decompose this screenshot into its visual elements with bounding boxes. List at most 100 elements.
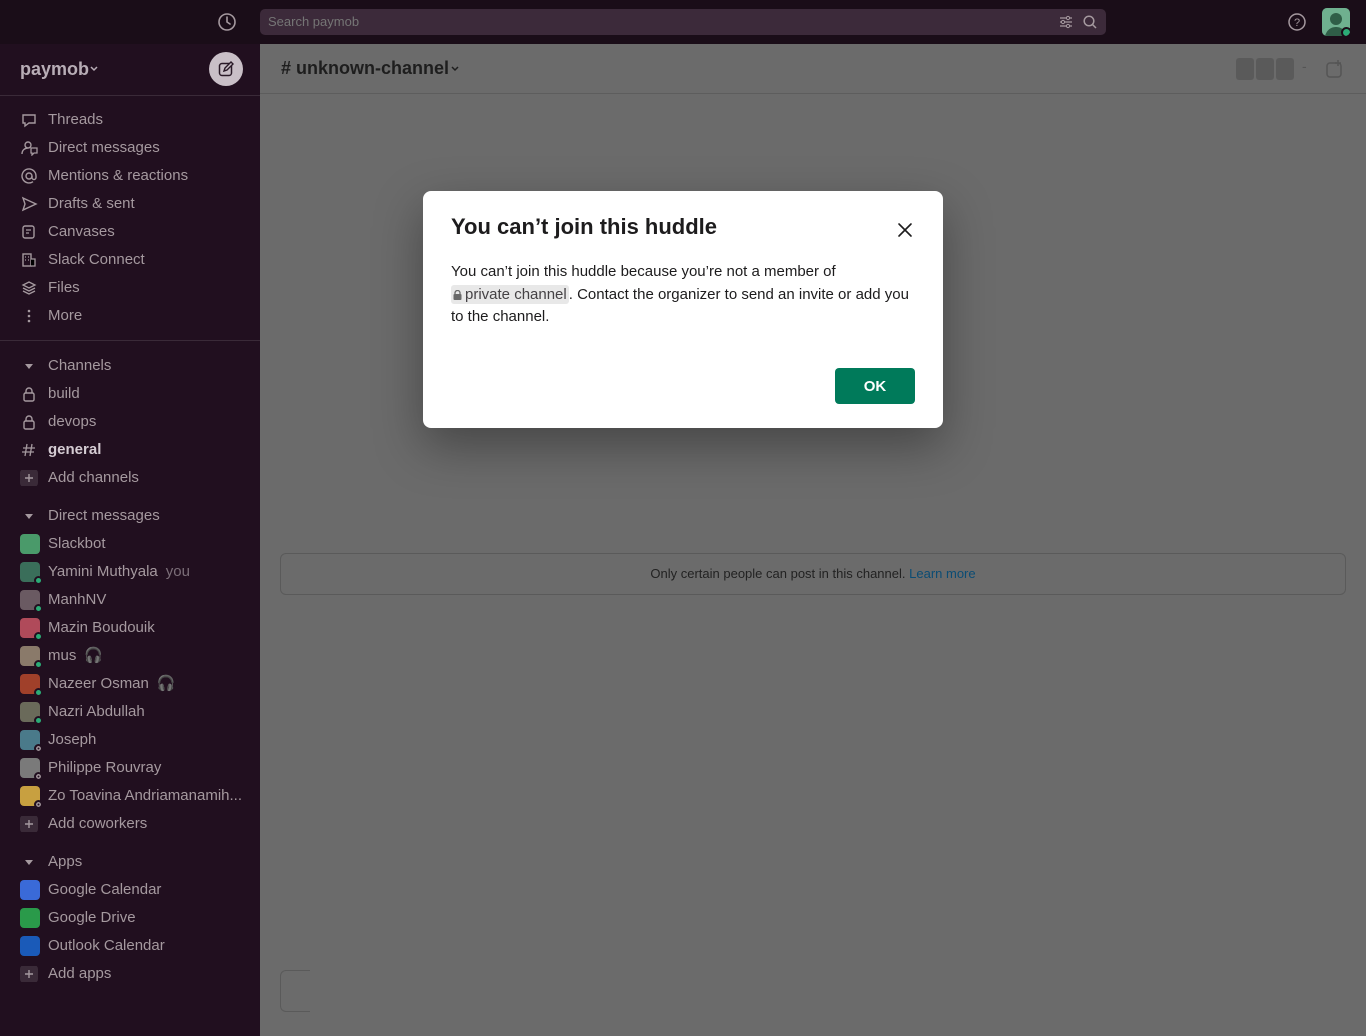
member-avatar bbox=[1256, 58, 1274, 80]
filter-icon[interactable] bbox=[1058, 14, 1074, 30]
threads-icon bbox=[22, 114, 36, 128]
canvas-icon[interactable] bbox=[1324, 58, 1346, 80]
sidebar-item-dm[interactable]: Yamini Muthyala you bbox=[20, 559, 250, 585]
workspace-name[interactable]: paymob bbox=[20, 59, 89, 80]
hash-icon bbox=[22, 443, 35, 457]
sidebar-item-dm[interactable]: ManhNV bbox=[20, 587, 250, 613]
sidebar-item-direct-messages[interactable]: Direct messages bbox=[20, 135, 250, 161]
dm-label: Joseph bbox=[48, 731, 97, 748]
channel-label: build bbox=[48, 385, 80, 402]
sidebar-item-dm[interactable]: Joseph bbox=[20, 727, 250, 753]
notice-text: Only certain people can post in this cha… bbox=[650, 566, 906, 581]
top-bar: ? bbox=[0, 0, 1366, 44]
private-channel-pill[interactable]: private channel bbox=[451, 284, 569, 304]
search-input[interactable] bbox=[268, 9, 1048, 35]
dialog-title: You can’t join this huddle bbox=[451, 214, 718, 239]
message-composer[interactable] bbox=[280, 970, 310, 1012]
plus-icon bbox=[20, 966, 38, 982]
sidebar-item-dm[interactable]: Philippe Rouvray bbox=[20, 755, 250, 781]
channel-header: # unknown-channel - bbox=[260, 44, 1366, 94]
sidebar-item-label: Mentions & reactions bbox=[48, 167, 189, 184]
chevron-down-icon[interactable] bbox=[89, 64, 99, 74]
close-icon[interactable] bbox=[893, 218, 917, 242]
sidebar-item-mentions[interactable]: Mentions & reactions bbox=[20, 163, 250, 189]
add-channels-button[interactable]: Add channels bbox=[20, 465, 250, 491]
sidebar-item-dm[interactable]: Nazeer Osman 🎧 bbox=[20, 671, 250, 697]
channel-title[interactable]: # unknown-channel bbox=[281, 58, 449, 79]
sidebar-item-label: Files bbox=[48, 279, 80, 296]
plus-icon bbox=[20, 816, 38, 832]
sidebar-item-channel-devops[interactable]: devops bbox=[20, 409, 250, 435]
sidebar-item-label: Canvases bbox=[48, 223, 115, 240]
sidebar-item-threads[interactable]: Threads bbox=[20, 107, 250, 133]
sidebar-item-label: Slack Connect bbox=[48, 251, 145, 268]
sidebar-item-channel-general[interactable]: general bbox=[20, 437, 250, 463]
sidebar-item-channel-build[interactable]: build bbox=[20, 381, 250, 407]
channel-label: devops bbox=[48, 413, 97, 430]
avatar bbox=[20, 646, 43, 669]
history-icon[interactable] bbox=[216, 11, 238, 33]
search-icon[interactable] bbox=[1082, 14, 1098, 30]
sidebar-item-files[interactable]: Files bbox=[20, 275, 250, 301]
presence-indicator bbox=[34, 772, 43, 781]
chevron-down-icon[interactable] bbox=[450, 64, 460, 74]
avatar bbox=[20, 758, 43, 781]
sidebar-item-more[interactable]: More bbox=[20, 303, 250, 329]
presence-indicator bbox=[34, 800, 43, 809]
app-label: Google Calendar bbox=[48, 881, 162, 898]
caret-down-icon bbox=[25, 364, 33, 369]
plus-icon bbox=[20, 470, 38, 486]
sidebar-item-outlook-calendar[interactable]: Outlook Calendar bbox=[20, 933, 250, 959]
lock-icon bbox=[23, 415, 35, 430]
sidebar-item-google-calendar[interactable]: Google Calendar bbox=[20, 877, 250, 903]
sidebar-item-dm[interactable]: Mazin Boudouik bbox=[20, 615, 250, 641]
dm-label: Yamini Muthyala you bbox=[48, 563, 190, 580]
sidebar-item-slack-connect[interactable]: Slack Connect bbox=[20, 247, 250, 273]
dm-section-header[interactable]: Direct messages bbox=[20, 503, 250, 529]
channels-section-header[interactable]: Channels bbox=[20, 353, 250, 379]
dm-label: Slackbot bbox=[48, 535, 106, 552]
add-coworkers-button[interactable]: Add coworkers bbox=[20, 811, 250, 837]
sidebar-item-drafts[interactable]: Drafts & sent bbox=[20, 191, 250, 217]
avatar bbox=[20, 618, 43, 641]
sidebar-item-dm[interactable]: Zo Toavina Andriamanamih... bbox=[20, 783, 250, 809]
member-avatar bbox=[1236, 58, 1254, 80]
avatar bbox=[20, 674, 43, 697]
ok-button[interactable]: OK bbox=[835, 368, 915, 404]
apps-section-header[interactable]: Apps bbox=[20, 849, 250, 875]
add-apps-button[interactable]: Add apps bbox=[20, 961, 250, 987]
members-button[interactable] bbox=[1236, 58, 1294, 80]
learn-more-link[interactable]: Learn more bbox=[909, 566, 975, 581]
add-apps-label: Add apps bbox=[48, 965, 112, 982]
sidebar-item-canvases[interactable]: Canvases bbox=[20, 219, 250, 245]
compose-button[interactable] bbox=[209, 52, 243, 86]
dm-label: Zo Toavina Andriamanamih... bbox=[48, 787, 242, 804]
sidebar: paymob Threads Direct messages Mentions … bbox=[0, 44, 260, 1036]
avatar bbox=[20, 786, 43, 809]
presence-indicator bbox=[34, 576, 43, 585]
help-icon[interactable]: ? bbox=[1286, 11, 1308, 33]
sidebar-item-dm[interactable]: mus 🎧 bbox=[20, 643, 250, 669]
sidebar-item-google-drive[interactable]: Google Drive bbox=[20, 905, 250, 931]
dm-label: mus 🎧 bbox=[48, 647, 104, 664]
sidebar-item-dm[interactable]: Nazri Abdullah bbox=[20, 699, 250, 725]
section-label: Direct messages bbox=[48, 507, 160, 524]
dm-label: Nazeer Osman 🎧 bbox=[48, 675, 176, 692]
member-avatar bbox=[1276, 58, 1294, 80]
section-label: Apps bbox=[48, 853, 83, 870]
sidebar-item-dm[interactable]: Slackbot bbox=[20, 531, 250, 557]
files-icon bbox=[21, 281, 37, 295]
huddle-error-dialog: You can’t join this huddle You can’t joi… bbox=[423, 191, 943, 428]
sidebar-item-label: Threads bbox=[48, 111, 104, 128]
search-bar[interactable] bbox=[260, 9, 1106, 35]
presence-indicator bbox=[34, 744, 43, 753]
avatar bbox=[20, 730, 43, 753]
user-avatar[interactable] bbox=[1322, 8, 1350, 36]
dm-label: Mazin Boudouik bbox=[48, 619, 155, 636]
at-icon bbox=[21, 168, 37, 184]
add-channels-label: Add channels bbox=[48, 469, 139, 486]
send-icon bbox=[21, 196, 38, 212]
workspace-header: paymob bbox=[0, 44, 260, 96]
direct-messages-icon bbox=[21, 141, 38, 156]
app-label: Outlook Calendar bbox=[48, 937, 165, 954]
